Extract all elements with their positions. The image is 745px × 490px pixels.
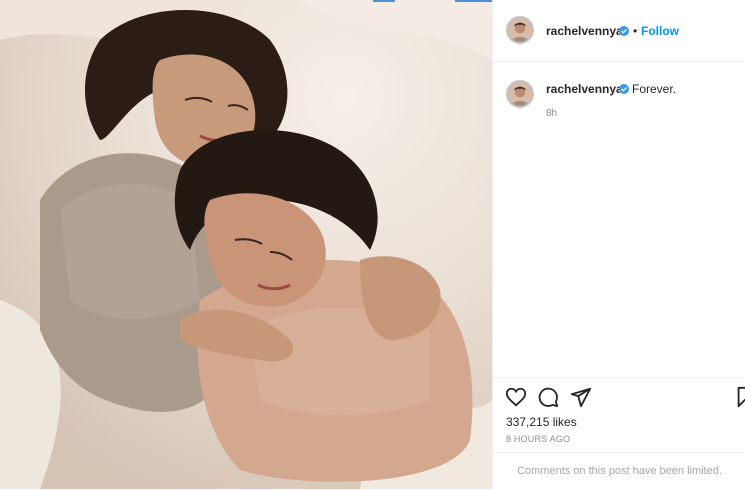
heart-icon[interactable]: [505, 386, 527, 408]
post-image: [0, 0, 492, 489]
top-highlight-left: [373, 0, 395, 2]
comments-limited-notice: Comments on this post have been limited.: [493, 452, 745, 490]
caption-avatar[interactable]: [506, 80, 534, 108]
top-highlight-right: [455, 0, 492, 2]
post-header: rachelvennya • Follow: [493, 0, 745, 62]
separator-dot: •: [633, 24, 638, 38]
likes-count[interactable]: 337,215 likes: [506, 415, 577, 429]
post-time-ago[interactable]: 8 HOURS AGO: [506, 434, 570, 444]
bookmark-icon[interactable]: [734, 386, 745, 408]
caption-username[interactable]: rachelvennya: [546, 82, 623, 96]
caption-timestamp[interactable]: 8h: [546, 108, 557, 119]
post-side-panel: rachelvennya • Follow rachelvennya Forev…: [492, 0, 745, 489]
comment-icon[interactable]: [537, 386, 559, 408]
avatar[interactable]: [506, 16, 534, 44]
verified-badge-icon: [619, 84, 629, 94]
post-photo[interactable]: [0, 0, 492, 489]
caption-text: Forever.: [632, 82, 677, 96]
header-username[interactable]: rachelvennya: [546, 24, 623, 38]
verified-badge-icon: [619, 26, 629, 36]
paper-plane-icon[interactable]: [570, 386, 592, 408]
follow-button[interactable]: Follow: [641, 24, 679, 38]
